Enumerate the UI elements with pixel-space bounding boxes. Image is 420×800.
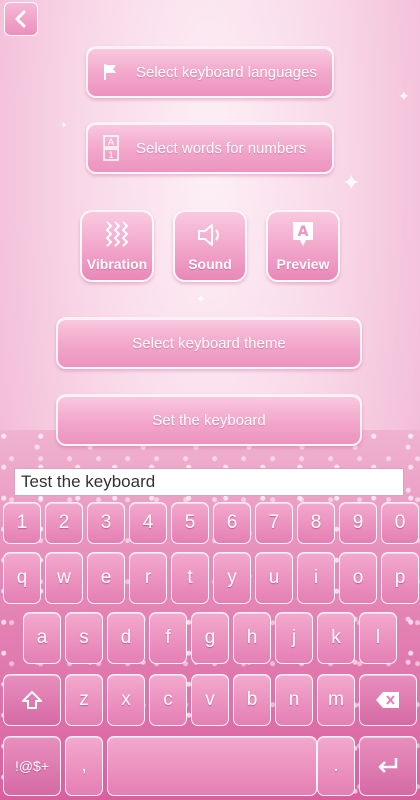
key-3[interactable]: 3 <box>87 502 125 544</box>
sparkle-icon: ✦ <box>60 120 68 130</box>
key-z[interactable]: z <box>65 674 103 726</box>
comma-key[interactable]: , <box>65 736 103 796</box>
key-f[interactable]: f <box>149 612 187 664</box>
svg-text:A: A <box>298 224 309 240</box>
key-y[interactable]: y <box>213 552 251 604</box>
svg-text:A: A <box>108 138 115 148</box>
key-1[interactable]: 1 <box>3 502 41 544</box>
test-keyboard-input[interactable] <box>14 468 404 496</box>
sparkle-icon: ✦ <box>398 88 410 104</box>
key-2[interactable]: 2 <box>45 502 83 544</box>
back-button[interactable] <box>4 2 38 36</box>
key-r[interactable]: r <box>129 552 167 604</box>
speaker-icon <box>196 218 224 252</box>
key-j[interactable]: j <box>275 612 313 664</box>
vibration-label: Vibration <box>86 256 148 272</box>
key-c[interactable]: c <box>149 674 187 726</box>
shift-icon <box>22 691 42 709</box>
space-key[interactable] <box>107 736 317 796</box>
key-x[interactable]: x <box>107 674 145 726</box>
set-keyboard-button[interactable]: Set the keyboard <box>56 394 362 446</box>
select-numbers-label: Select words for numbers <box>136 139 307 157</box>
key-e[interactable]: e <box>87 552 125 604</box>
key-k[interactable]: k <box>317 612 355 664</box>
sound-toggle[interactable]: Sound <box>173 210 247 282</box>
arrow-left-icon <box>15 10 26 28</box>
symbols-key[interactable]: !@$+ <box>3 736 61 796</box>
key-w[interactable]: w <box>45 552 83 604</box>
key-a[interactable]: a <box>23 612 61 664</box>
vibration-toggle[interactable]: Vibration <box>80 210 154 282</box>
sparkle-icon: ✦ <box>196 292 207 306</box>
key-l[interactable]: l <box>359 612 397 664</box>
svg-text:1: 1 <box>108 151 114 161</box>
select-theme-label: Select keyboard theme <box>132 334 286 352</box>
preview-label: Preview <box>276 256 330 272</box>
key-q[interactable]: q <box>3 552 41 604</box>
sparkle-icon: ✦ <box>342 170 361 195</box>
key-b[interactable]: b <box>233 674 271 726</box>
key-g[interactable]: g <box>191 612 229 664</box>
key-6[interactable]: 6 <box>213 502 251 544</box>
key-v[interactable]: v <box>191 674 229 726</box>
key-0[interactable]: 0 <box>381 502 419 544</box>
preview-toggle[interactable]: A Preview <box>266 210 340 282</box>
key-8[interactable]: 8 <box>297 502 335 544</box>
key-4[interactable]: 4 <box>129 502 167 544</box>
set-keyboard-label: Set the keyboard <box>152 411 266 429</box>
key-h[interactable]: h <box>233 612 271 664</box>
flag-icon <box>100 63 122 81</box>
select-theme-button[interactable]: Select keyboard theme <box>56 317 362 369</box>
preview-icon: A <box>290 218 316 252</box>
key-7[interactable]: 7 <box>255 502 293 544</box>
select-languages-button[interactable]: Select keyboard languages <box>86 46 334 98</box>
key-o[interactable]: o <box>339 552 377 604</box>
backspace-icon <box>376 692 399 708</box>
period-key[interactable]: . <box>317 736 355 796</box>
vibration-icon <box>103 218 131 252</box>
backspace-key[interactable] <box>359 674 417 726</box>
key-i[interactable]: i <box>297 552 335 604</box>
key-s[interactable]: s <box>65 612 103 664</box>
a1-icon: A 1 <box>100 135 122 161</box>
key-5[interactable]: 5 <box>171 502 209 544</box>
key-9[interactable]: 9 <box>339 502 377 544</box>
keyboard: 1 2 3 4 5 6 7 8 9 0 q w e r t y u i o p … <box>0 500 420 800</box>
shift-key[interactable] <box>3 674 61 726</box>
sound-label: Sound <box>188 256 232 272</box>
key-d[interactable]: d <box>107 612 145 664</box>
select-numbers-button[interactable]: A 1 Select words for numbers <box>86 122 334 174</box>
enter-icon <box>378 758 398 773</box>
key-m[interactable]: m <box>317 674 355 726</box>
key-t[interactable]: t <box>171 552 209 604</box>
enter-key[interactable] <box>359 736 417 796</box>
select-languages-label: Select keyboard languages <box>136 63 317 81</box>
key-n[interactable]: n <box>275 674 313 726</box>
key-p[interactable]: p <box>381 552 419 604</box>
key-u[interactable]: u <box>255 552 293 604</box>
